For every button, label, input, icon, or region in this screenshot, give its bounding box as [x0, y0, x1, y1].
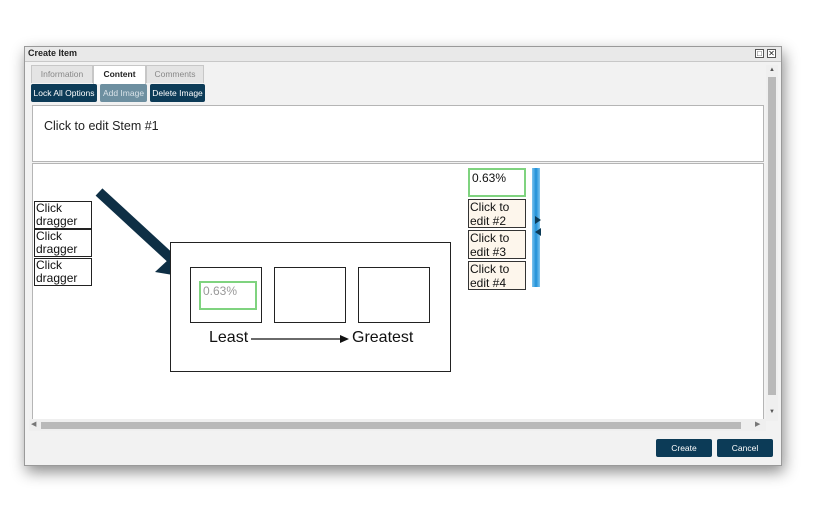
image-slot-3[interactable]	[358, 267, 430, 323]
option-3[interactable]: Click to edit #3	[468, 230, 526, 259]
maximize-icon[interactable]: □	[755, 49, 764, 58]
horizontal-scroll-thumb[interactable]	[41, 422, 741, 429]
greatest-label: Greatest	[352, 329, 414, 346]
dragger-3[interactable]: Click dragger	[34, 258, 92, 286]
delete-image-button[interactable]: Delete Image	[150, 84, 205, 102]
scale-arrow-icon	[251, 335, 349, 343]
vertical-scroll-thumb[interactable]	[768, 77, 776, 395]
cancel-button[interactable]: Cancel	[717, 439, 773, 457]
dragger-2[interactable]: Click dragger	[34, 229, 92, 257]
tab-content[interactable]: Content	[93, 65, 146, 84]
add-image-button[interactable]: Add Image	[100, 84, 147, 102]
drag-handle-icon[interactable]	[533, 214, 543, 238]
lock-all-options-button[interactable]: Lock All Options	[31, 84, 97, 102]
content-canvas: Click dragger Click dragger Click dragge…	[32, 163, 764, 420]
option-4[interactable]: Click to edit #4	[468, 261, 526, 290]
horizontal-scrollbar[interactable]: ◀ ▶	[29, 419, 766, 431]
vertical-scrollbar[interactable]: ▲ ▼	[766, 65, 778, 421]
option-1[interactable]: 0.63%	[468, 168, 526, 197]
create-button[interactable]: Create	[656, 439, 712, 457]
slot-value[interactable]: 0.63%	[199, 281, 257, 310]
ordering-image[interactable]: 0.63% Least Greatest	[170, 242, 451, 372]
image-slot-1[interactable]: 0.63%	[190, 267, 262, 323]
stem-editor[interactable]: Click to edit Stem #1	[32, 105, 764, 162]
least-label: Least	[209, 329, 249, 346]
dragger-1[interactable]: Click dragger	[34, 201, 92, 229]
tab-comments[interactable]: Comments	[146, 65, 204, 83]
scroll-up-icon[interactable]: ▲	[769, 67, 775, 73]
image-slot-2[interactable]	[274, 267, 346, 323]
dialog-titlebar[interactable]: Create Item □ ✕	[25, 47, 781, 62]
dialog-title: Create Item	[28, 48, 78, 58]
create-item-dialog: Create Item □ ✕ Information Content Comm…	[24, 46, 782, 466]
tab-information[interactable]: Information	[31, 65, 93, 83]
scroll-down-icon[interactable]: ▼	[769, 409, 775, 415]
option-2[interactable]: Click to edit #2	[468, 199, 526, 228]
close-icon[interactable]: ✕	[767, 49, 776, 58]
stem-text[interactable]: Click to edit Stem #1	[44, 119, 159, 133]
scroll-left-icon[interactable]: ◀	[31, 420, 36, 428]
scroll-right-icon[interactable]: ▶	[755, 420, 760, 428]
